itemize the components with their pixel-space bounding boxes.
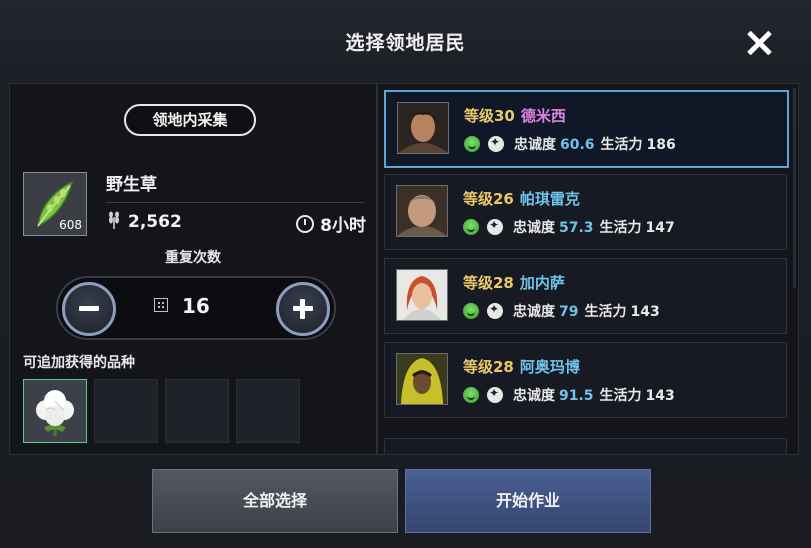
divider (106, 202, 364, 203)
resident-name-line: 等级30 德米西 (464, 105, 566, 126)
decrease-button[interactable] (62, 282, 116, 336)
resident-list[interactable]: 等级30德米西 忠诚度60.6生活力186 等级26帕琪雷克 忠诚度57.3生活… (377, 83, 799, 455)
resident-name: 帕琪雷克 (519, 190, 580, 208)
resident-avatar (396, 185, 448, 237)
badge-icon (488, 135, 504, 152)
loyalty-label: 忠诚度 (513, 388, 555, 404)
item-quantity: 608 (59, 218, 82, 232)
resident-card[interactable]: 等级30 德米西 忠诚度60.6 生活力186 (384, 90, 789, 168)
smile-icon (463, 303, 479, 319)
loyalty-value: 91.5 (559, 388, 594, 404)
vitality-label: 生活力 (600, 137, 643, 153)
item-slot[interactable]: 608 (23, 172, 87, 236)
resident-avatar (396, 353, 448, 405)
resident-name: 阿奥玛博 (519, 358, 580, 376)
list-scrollbar[interactable] (793, 88, 796, 288)
resident-select-dialog: 选择领地居民 领地内采集 608 野生草 2,562 8小时 重复次数 16 可… (0, 0, 811, 548)
loyalty-label: 忠诚度 (513, 220, 555, 236)
resident-level: 等级28 (463, 358, 514, 376)
resident-stats: 忠诚度57.3 生活力147 (463, 217, 675, 237)
select-all-button[interactable]: 全部选择 (152, 469, 398, 533)
resident-stats: 忠诚度79 生活力143 (463, 301, 660, 321)
clock-icon (296, 215, 315, 233)
repeat-count-label: 重复次数 (165, 250, 221, 266)
vitality-value: 143 (630, 304, 660, 320)
loyalty-label: 忠诚度 (513, 304, 555, 320)
resident-card[interactable]: 等级26 帕琪雷克 忠诚度57.3 生活力147 (384, 174, 787, 250)
resident-name: 加内萨 (519, 274, 565, 292)
resident-level: 等级26 (463, 190, 514, 208)
resident-stats: 忠诚度91.5 生活力143 (463, 385, 675, 405)
loyalty-label: 忠诚度 (514, 137, 556, 153)
work-time: 8小时 (296, 211, 366, 236)
start-work-button[interactable]: 开始作业 (405, 469, 651, 533)
repeat-stepper: 16 (56, 276, 336, 340)
resident-name-line: 等级28 加内萨 (463, 272, 565, 293)
resident-stats: 忠诚度60.6 生活力186 (464, 134, 676, 154)
resident-card-partial[interactable] (384, 438, 787, 454)
loyalty-value: 57.3 (559, 220, 594, 236)
repeat-value-text: 16 (182, 294, 210, 318)
resident-avatar (396, 269, 448, 321)
loyalty-value: 79 (559, 304, 579, 320)
repeat-value[interactable]: 16 (154, 294, 244, 318)
resident-name-line: 等级28 阿奥玛博 (463, 356, 580, 377)
extra-item-slot-empty[interactable] (236, 379, 300, 443)
resident-level: 等级28 (463, 274, 514, 292)
resident-name-line: 等级26 帕琪雷克 (463, 188, 580, 209)
vitality-label: 生活力 (599, 388, 642, 404)
close-icon[interactable] (744, 28, 774, 58)
vitality-label: 生活力 (584, 304, 627, 320)
extra-item-slot-empty[interactable] (165, 379, 229, 443)
grain-icon (109, 211, 119, 229)
badge-icon (487, 218, 503, 235)
resident-level: 等级30 (464, 107, 515, 125)
extra-item-slot-empty[interactable] (94, 379, 158, 443)
resident-avatar (397, 102, 449, 154)
extra-item-slot[interactable] (23, 379, 87, 443)
time-value: 8小时 (320, 216, 366, 236)
gathering-mode-label: 领地内采集 (124, 104, 256, 136)
vitality-label: 生活力 (599, 220, 642, 236)
badge-icon (487, 302, 503, 319)
badge-icon (487, 386, 503, 403)
dialog-title: 选择领地居民 (345, 32, 466, 54)
item-name: 野生草 (106, 175, 157, 195)
extra-items-label: 可追加获得的品种 (23, 355, 135, 371)
yield-amount: 2,562 (106, 211, 182, 232)
smile-icon (463, 219, 479, 235)
calculator-icon (154, 298, 168, 312)
vitality-value: 147 (645, 220, 675, 236)
vitality-value: 186 (646, 137, 676, 153)
smile-icon (463, 387, 479, 403)
resident-card[interactable]: 等级28 加内萨 忠诚度79 生活力143 (384, 258, 787, 334)
cotton-icon (36, 390, 74, 436)
loyalty-value: 60.6 (560, 137, 595, 153)
minus-icon (79, 306, 99, 311)
gathering-panel: 领地内采集 608 野生草 2,562 8小时 重复次数 16 可追加获得的品种 (9, 83, 377, 455)
plus-icon-v (300, 299, 305, 319)
increase-button[interactable] (276, 282, 330, 336)
resident-card[interactable]: 等级28 阿奥玛博 忠诚度91.5 生活力143 (384, 342, 787, 418)
smile-icon (464, 136, 480, 152)
yield-value: 2,562 (128, 212, 182, 232)
resident-name: 德米西 (520, 107, 566, 125)
vitality-value: 143 (645, 388, 675, 404)
